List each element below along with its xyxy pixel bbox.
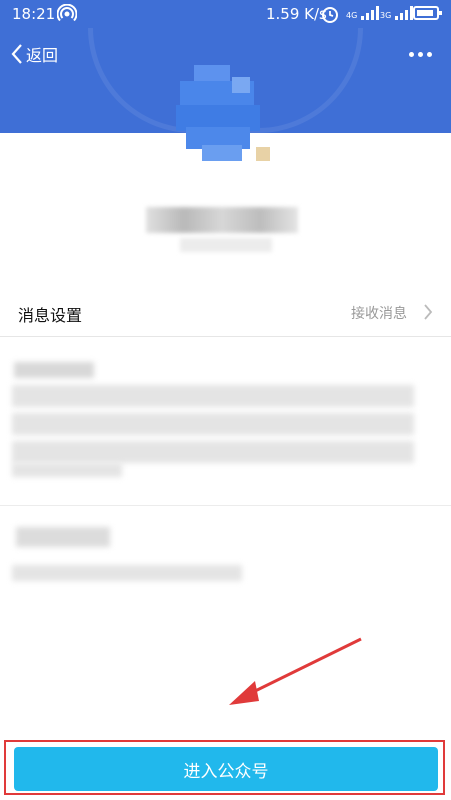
account-id-redacted	[180, 238, 272, 252]
message-settings-row[interactable]: 消息设置 接收消息	[0, 288, 451, 337]
more-dot	[408, 51, 414, 57]
intro-text-redacted	[12, 463, 122, 477]
annotation-arrow	[229, 637, 362, 705]
hotspot-icon	[57, 4, 77, 22]
account-name-redacted	[146, 207, 298, 233]
section-divider	[0, 505, 451, 506]
signal-4g-icon: 4G	[346, 6, 380, 20]
status-time: 18:21	[12, 5, 56, 23]
account-avatar	[172, 65, 272, 165]
history-text-redacted	[12, 565, 242, 581]
history-title-redacted	[16, 527, 110, 547]
network-speed: 1.59 K/s	[266, 5, 327, 23]
more-options-button[interactable]	[400, 40, 440, 68]
intro-text-redacted	[12, 441, 414, 463]
more-dot	[426, 51, 432, 57]
chevron-right-icon	[424, 304, 433, 320]
message-settings-value: 接收消息	[351, 306, 407, 322]
chevron-left-icon	[11, 44, 22, 64]
battery-icon	[413, 6, 442, 20]
intro-text-redacted	[12, 413, 414, 435]
signal-3g-icon: 3G	[380, 6, 414, 20]
more-dot	[417, 51, 423, 57]
intro-title-redacted	[14, 362, 94, 378]
intro-text-redacted	[12, 385, 414, 407]
enter-official-account-button[interactable]: 进入公众号	[14, 747, 438, 791]
back-button[interactable]: 返回	[10, 40, 58, 68]
message-settings-label: 消息设置	[18, 306, 83, 325]
status-bar: 18:21 1.59 K/s 4G 3G	[0, 0, 451, 28]
back-label: 返回	[26, 46, 59, 65]
alarm-icon	[322, 7, 338, 23]
